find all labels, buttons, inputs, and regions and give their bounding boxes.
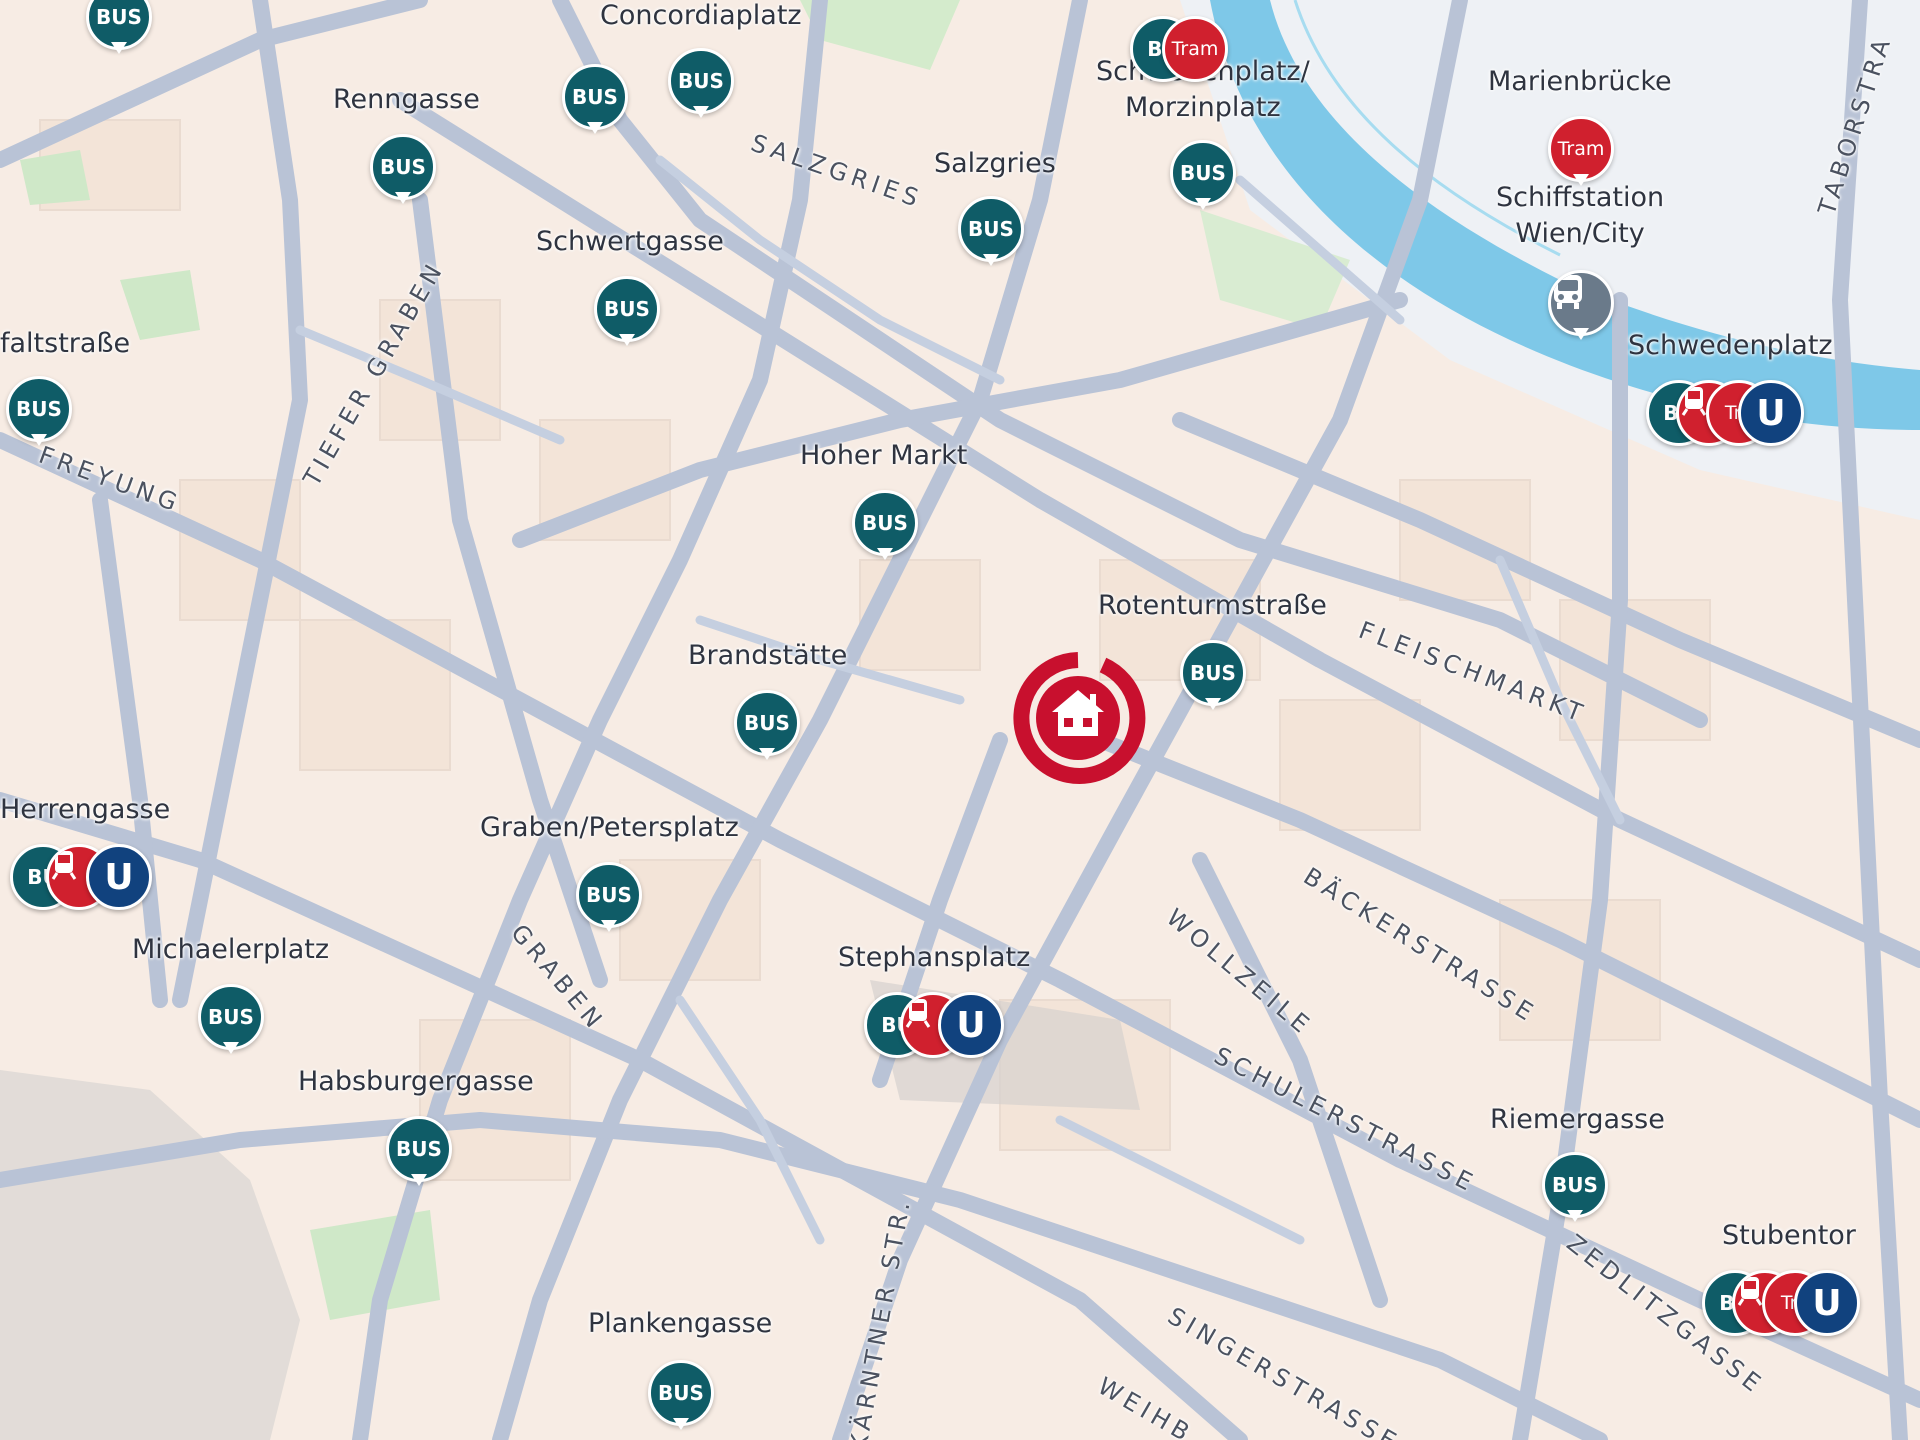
stop-label-habsburgergasse: Habsburgergasse [298,1066,534,1097]
home-location-marker[interactable] [1008,648,1148,788]
bus-stop-pin-rotenturmstrasse[interactable]: BUS [1180,640,1246,716]
bus-icon: BUS [198,984,264,1050]
bus-icon: BUS [6,376,72,442]
stop-label-herrengasse: Herrengasse [0,794,171,825]
bus-stop-pin-riemergasse[interactable]: BUS [1542,1152,1608,1228]
bus-stop-pin-habsburgergasse[interactable]: BUS [386,1116,452,1192]
stop-label-graben-petersplatz: Graben/Petersplatz [480,812,739,843]
bus-stop-pin-renngasse[interactable]: BUS [370,134,436,210]
bus-icon: BUS [734,690,800,756]
bus-icon: BUS [594,276,660,342]
bus-icon: BUS [648,1360,714,1426]
stop-label-stephansplatz: Stephansplatz [838,942,1031,973]
ship-bus-icon [1548,270,1614,336]
stop-cluster-stephansplatz[interactable]: BU U [864,992,1004,1068]
bus-icon: BUS [668,48,734,114]
bus-icon: BUS [370,134,436,200]
bus-stop-pin-schwertgasse[interactable]: BUS [594,276,660,352]
bus-stop-pin-schwedenplatz-morzinplatz[interactable]: BUS [1170,140,1236,216]
stop-cluster-schwedenplatz[interactable]: BU Tra U [1646,380,1826,456]
stop-label-michaelerplatz: Michaelerplatz [132,934,330,965]
stop-label-rotenturmstrasse: Rotenturmstraße [1098,590,1327,621]
bus-icon: BUS [1542,1152,1608,1218]
tram-icon: Tram [1162,16,1228,82]
map-canvas[interactable]: SALZGRIES TIEFER GRABEN FREYUNG FLEISCHM… [0,0,1920,1440]
bus-icon: BUS [958,196,1024,262]
stop-label-marienbruecke: Marienbrücke [1488,66,1672,97]
stop-label-brandstaette: Brandstätte [688,640,848,671]
bus-stop-pin-faltstrasse[interactable]: BUS [6,376,72,452]
stop-cluster-schwedenplatz-morzinplatz[interactable]: BU Tram [1130,16,1250,92]
stop-label-schwedenplatz: Schwedenplatz [1628,330,1833,361]
bus-stop-pin-hoher-markt[interactable]: BUS [852,490,918,566]
bus-icon: BUS [852,490,918,556]
stop-label-renngasse: Renngasse [333,84,480,115]
ubahn-icon: U [86,844,152,910]
stop-cluster-stubentor[interactable]: BU Tra U [1702,1270,1882,1346]
bus-stop-pin[interactable]: BUS [86,0,152,60]
bus-stop-pin[interactable]: BUS [668,48,734,124]
ubahn-icon: U [1738,380,1804,446]
bus-stop-pin-michaelerplatz[interactable]: BUS [198,984,264,1060]
bus-stop-pin-graben-petersplatz[interactable]: BUS [576,862,642,938]
bus-stop-pin-salzgries[interactable]: BUS [958,196,1024,272]
bus-icon: BUS [576,862,642,928]
stop-label-stubentor: Stubentor [1722,1220,1856,1251]
bus-icon: BUS [1170,140,1236,206]
stop-label-faltstrasse: faltstraße [0,328,131,359]
ship-stop-pin-schiffstation[interactable] [1548,270,1614,346]
stop-cluster-herrengasse[interactable]: BU U [10,844,152,920]
bus-stop-pin[interactable]: BUS [562,64,628,140]
tram-icon: Tram [1548,116,1614,182]
bus-icon: BUS [1180,640,1246,706]
ubahn-icon: U [938,992,1004,1058]
bus-stop-pin-plankengasse[interactable]: BUS [648,1360,714,1436]
stop-label-concordiaplatz: Concordiaplatz [600,0,802,31]
stop-label-salzgries: Salzgries [934,148,1056,179]
stop-label-riemergasse: Riemergasse [1490,1104,1665,1135]
ubahn-icon: U [1794,1270,1860,1336]
tram-stop-pin-marienbruecke[interactable]: Tram [1548,116,1614,192]
bus-icon: BUS [386,1116,452,1182]
stop-label-plankengasse: Plankengasse [588,1308,773,1339]
bus-stop-pin-brandstaette[interactable]: BUS [734,690,800,766]
stop-label-schwertgasse: Schwertgasse [536,226,724,257]
stop-label-hoher-markt: Hoher Markt [800,440,968,471]
bus-icon: BUS [562,64,628,130]
